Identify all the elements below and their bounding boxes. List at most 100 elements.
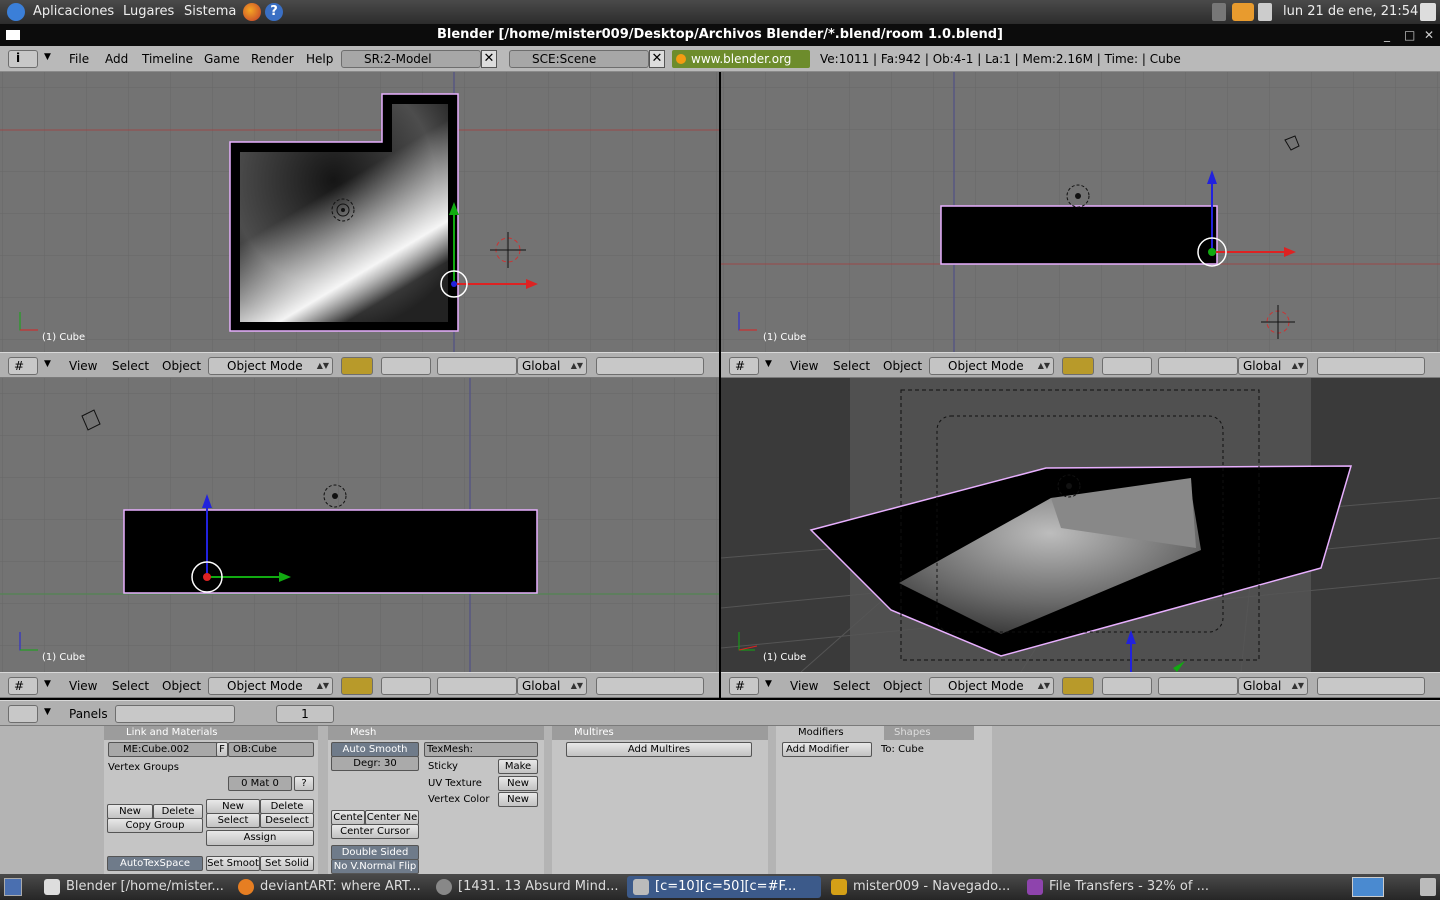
material-select-button[interactable]: Select <box>206 813 260 828</box>
auto-smooth-toggle[interactable]: Auto Smooth <box>331 742 419 757</box>
notification-icon[interactable] <box>1232 3 1254 21</box>
set-solid-button[interactable]: Set Solid <box>260 856 314 871</box>
layer-buttons[interactable] <box>596 357 704 375</box>
trash-icon[interactable] <box>1420 878 1436 896</box>
mode-dropdown[interactable]: Object Mode ▲▼ <box>208 677 333 695</box>
sticky-make-button[interactable]: Make <box>498 759 538 774</box>
copy-group-button[interactable]: Copy Group <box>107 818 203 833</box>
menu-view[interactable]: View <box>69 359 97 373</box>
orientation-dropdown[interactable]: Global ▲▼ <box>1238 357 1308 375</box>
delete-screen-button[interactable]: ✕ <box>481 50 497 68</box>
task-blender[interactable]: Blender [/home/mister... <box>38 876 226 898</box>
mesh-datablock-field[interactable]: ME:Cube.002 <box>108 742 218 757</box>
manipulator-icons[interactable] <box>437 677 517 695</box>
delete-scene-button[interactable]: ✕ <box>649 50 665 68</box>
window-type-grid-icon[interactable]: # <box>8 677 38 695</box>
add-modifier-button[interactable]: Add Modifier <box>782 742 872 757</box>
menu-add[interactable]: Add <box>105 52 128 66</box>
degree-field[interactable]: Degr: 30 <box>331 756 419 771</box>
manipulator-icons[interactable] <box>437 357 517 375</box>
collapse-icon[interactable]: ▼ <box>765 359 772 369</box>
minimize-button[interactable]: _ <box>1384 24 1390 46</box>
orientation-dropdown[interactable]: Global ▲▼ <box>1238 677 1308 695</box>
material-index-field[interactable]: 0 Mat 0 <box>228 776 292 791</box>
menu-object[interactable]: Object <box>883 359 922 373</box>
maximize-button[interactable]: □ <box>1404 24 1415 46</box>
vcol-new-button[interactable]: New <box>498 792 538 807</box>
show-desktop-icon[interactable] <box>4 878 22 896</box>
manipulator-icons[interactable] <box>1158 677 1238 695</box>
close-window-button[interactable]: ✕ <box>1424 24 1434 46</box>
menu-view[interactable]: View <box>790 359 818 373</box>
uv-new-button[interactable]: New <box>498 776 538 791</box>
orientation-dropdown[interactable]: Global ▲▼ <box>517 677 587 695</box>
add-multires-button[interactable]: Add Multires <box>566 742 752 757</box>
workspace-switcher[interactable] <box>1352 877 1384 897</box>
vgroup-delete-button[interactable]: Delete <box>153 804 203 819</box>
mode-dropdown[interactable]: Object Mode ▲▼ <box>929 357 1054 375</box>
pivot-snap-icon[interactable] <box>381 677 431 695</box>
menu-object[interactable]: Object <box>883 679 922 693</box>
pivot-snap-icon[interactable] <box>1102 357 1152 375</box>
menu-system[interactable]: Sistema <box>184 4 236 19</box>
collapse-icon[interactable]: ▼ <box>765 679 772 689</box>
firefox-launcher-icon[interactable] <box>243 3 261 21</box>
viewport-bottom-right[interactable]: (1) Cube <box>721 378 1440 672</box>
frame-number-field[interactable]: 1 <box>276 705 334 723</box>
mode-dropdown[interactable]: Object Mode ▲▼ <box>929 677 1054 695</box>
object-name-field[interactable]: OB:Cube <box>228 742 314 757</box>
menu-places[interactable]: Lugares <box>123 4 174 19</box>
mode-dropdown[interactable]: Object Mode ▲▼ <box>208 357 333 375</box>
window-type-grid-icon[interactable]: # <box>729 357 759 375</box>
layer-buttons[interactable] <box>596 677 704 695</box>
window-type-buttons-icon[interactable] <box>8 705 38 723</box>
volume-icon[interactable] <box>1258 3 1272 21</box>
center-cursor-button[interactable]: Center Cursor <box>331 824 419 839</box>
task-chat-active[interactable]: [c=10][c=50][c=#F... <box>627 876 821 898</box>
autotexspace-toggle[interactable]: AutoTexSpace <box>107 856 203 871</box>
menu-select[interactable]: Select <box>833 359 870 373</box>
pivot-snap-icon[interactable] <box>381 357 431 375</box>
info-window-type-icon[interactable]: i <box>8 50 38 68</box>
task-media[interactable]: [1431. 13 Absurd Mind... <box>430 876 624 898</box>
blender-website-link[interactable]: www.blender.org 244 <box>672 50 810 84</box>
viewport-top-right[interactable]: (1) Cube <box>721 72 1440 352</box>
viewport-bottom-left[interactable]: (1) Cube <box>0 378 719 672</box>
material-assign-button[interactable]: Assign <box>206 830 314 846</box>
orientation-dropdown[interactable]: Global ▲▼ <box>517 357 587 375</box>
menu-view[interactable]: View <box>69 679 97 693</box>
manipulator-icons[interactable] <box>1158 357 1238 375</box>
viewport-top-left[interactable]: (1) Cube <box>0 72 719 352</box>
window-type-grid-icon[interactable]: # <box>729 677 759 695</box>
layer-buttons[interactable] <box>1317 357 1425 375</box>
menu-applications[interactable]: Aplicaciones <box>33 4 114 19</box>
menu-render[interactable]: Render <box>251 52 294 66</box>
vgroup-new-button[interactable]: New <box>107 804 153 819</box>
collapse-icon[interactable]: ▼ <box>44 359 51 369</box>
pivot-snap-icon[interactable] <box>1102 677 1152 695</box>
clock[interactable]: lun 21 de ene, 21:54 <box>1283 4 1418 19</box>
draw-type-icon[interactable] <box>341 677 373 695</box>
fake-user-button[interactable]: F <box>216 742 228 757</box>
help-icon[interactable]: ? <box>265 3 283 21</box>
window-menu-icon[interactable] <box>6 30 20 40</box>
menu-object[interactable]: Object <box>162 679 201 693</box>
set-smooth-button[interactable]: Set Smoot <box>206 856 260 871</box>
collapse-icon[interactable]: ▼ <box>44 707 51 717</box>
network-icon[interactable] <box>1212 3 1226 21</box>
screen-selector[interactable]: SR:2-Model <box>341 50 481 68</box>
menu-select[interactable]: Select <box>833 679 870 693</box>
menu-select[interactable]: Select <box>112 359 149 373</box>
menu-select[interactable]: Select <box>112 679 149 693</box>
task-browser[interactable]: mister009 - Navegado... <box>825 876 1017 898</box>
menu-game[interactable]: Game <box>204 52 240 66</box>
window-type-grid-icon[interactable]: # <box>8 357 38 375</box>
centre-button[interactable]: Cente <box>331 810 365 825</box>
centre-new-button[interactable]: Center Ne <box>365 810 419 825</box>
material-new-button[interactable]: New <box>206 799 260 814</box>
menu-object[interactable]: Object <box>162 359 201 373</box>
menu-view[interactable]: View <box>790 679 818 693</box>
scene-selector[interactable]: SCE:Scene <box>509 50 649 68</box>
material-delete-button[interactable]: Delete <box>260 799 314 814</box>
collapse-icon[interactable]: ▼ <box>44 679 51 689</box>
